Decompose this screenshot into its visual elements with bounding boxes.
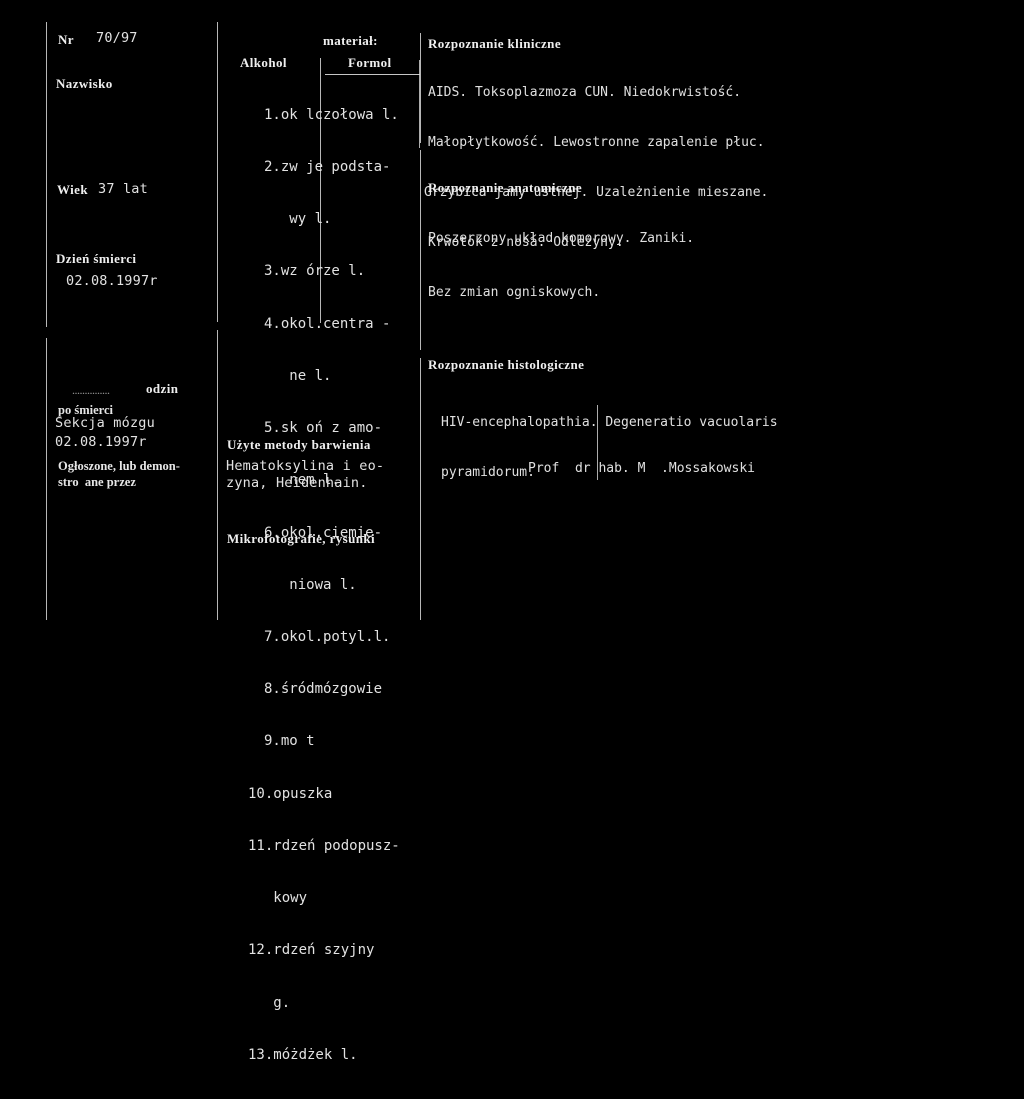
clinical-line: Małopłytkowość. Lewostronne zapalenie pł… xyxy=(428,134,765,150)
signature: Prof dr hab. M .Mossakowski xyxy=(528,461,755,476)
age-label: Wiek xyxy=(57,182,88,197)
brain-section-date: 02.08.1997r xyxy=(55,434,147,450)
hours-label: odzin xyxy=(146,381,179,396)
anatomical-line: Bez zmian ogniskowych. xyxy=(428,284,601,300)
list-item: 9.mo t xyxy=(264,733,315,750)
surname-label: Nazwisko xyxy=(56,76,113,91)
histological-diagnosis-text: HIV-encephalopathia. Degeneratio vacuola… xyxy=(441,382,1011,515)
hours-dots: ............... xyxy=(72,383,110,397)
clinical-diagnosis-label: Rozpoznanie kliniczne xyxy=(428,36,561,51)
anatomical-diagnosis-text: Poszerzony układ komorowy. Zaniki. Bez z… xyxy=(428,198,988,335)
list-item: 8.śródmózgowie xyxy=(264,681,383,698)
list-item: 13.móżdżek l. xyxy=(248,1046,358,1063)
alcohol-label: Alkohol xyxy=(240,55,287,70)
staining-line1: Hematoksylina i eo- xyxy=(226,458,385,474)
death-day-value: 02.08.1997r xyxy=(66,273,158,289)
brain-section-label: Sekcja mózgu xyxy=(55,415,155,431)
list-item: 11.rdzeń podopusz- xyxy=(248,837,400,854)
list-item: g. xyxy=(248,994,291,1011)
list-item: 5.sk oń z amo- xyxy=(264,420,383,437)
announced-label-line2: stro ane przez xyxy=(58,475,136,489)
formol-label: Formol xyxy=(348,55,392,70)
nr-label: Nr xyxy=(58,32,74,47)
death-day-label: Dzień śmierci xyxy=(56,251,137,266)
list-item: niowa l. xyxy=(264,576,357,593)
nr-value: 70/97 xyxy=(96,30,138,46)
staining-line2: zyna, Heidenhain. xyxy=(226,475,368,491)
microphoto-label: Mikrofotografie, rysunki xyxy=(227,531,376,546)
anatomical-line: Poszerzony układ komorowy. Zaniki. xyxy=(428,231,695,247)
column-rule-middle xyxy=(217,22,218,322)
list-item: 10.opuszka xyxy=(248,785,333,802)
document-page: Nr 70/97 Nazwisko Wiek 37 lat Dzień śmie… xyxy=(0,0,1024,1063)
column-rule-left xyxy=(46,22,47,327)
histological-diagnosis-label: Rozpoznanie histologiczne xyxy=(428,357,585,372)
clinical-line: AIDS. Toksoplazmoza CUN. Niedokrwistość. xyxy=(428,85,742,101)
list-item: kowy xyxy=(248,890,308,907)
staining-label: Użyte metody barwienia xyxy=(227,437,371,452)
list-item: 12.rdzeń szyjny xyxy=(248,942,375,959)
column-rule-left-lower xyxy=(46,338,47,620)
age-value: 37 lat xyxy=(98,181,148,197)
histological-line: HIV-encephalopathia. Degeneratio vacuola… xyxy=(441,415,778,431)
material-label: materiał: xyxy=(323,33,378,48)
announced-label-line1: Ogłoszone, lub demon- xyxy=(58,459,180,473)
list-item: 7.okol.potyl.l. xyxy=(264,629,391,645)
column-rule-middle-lower xyxy=(217,330,218,620)
anatomical-diagnosis-label: Rozpoznanie anatomiczne xyxy=(428,180,582,195)
